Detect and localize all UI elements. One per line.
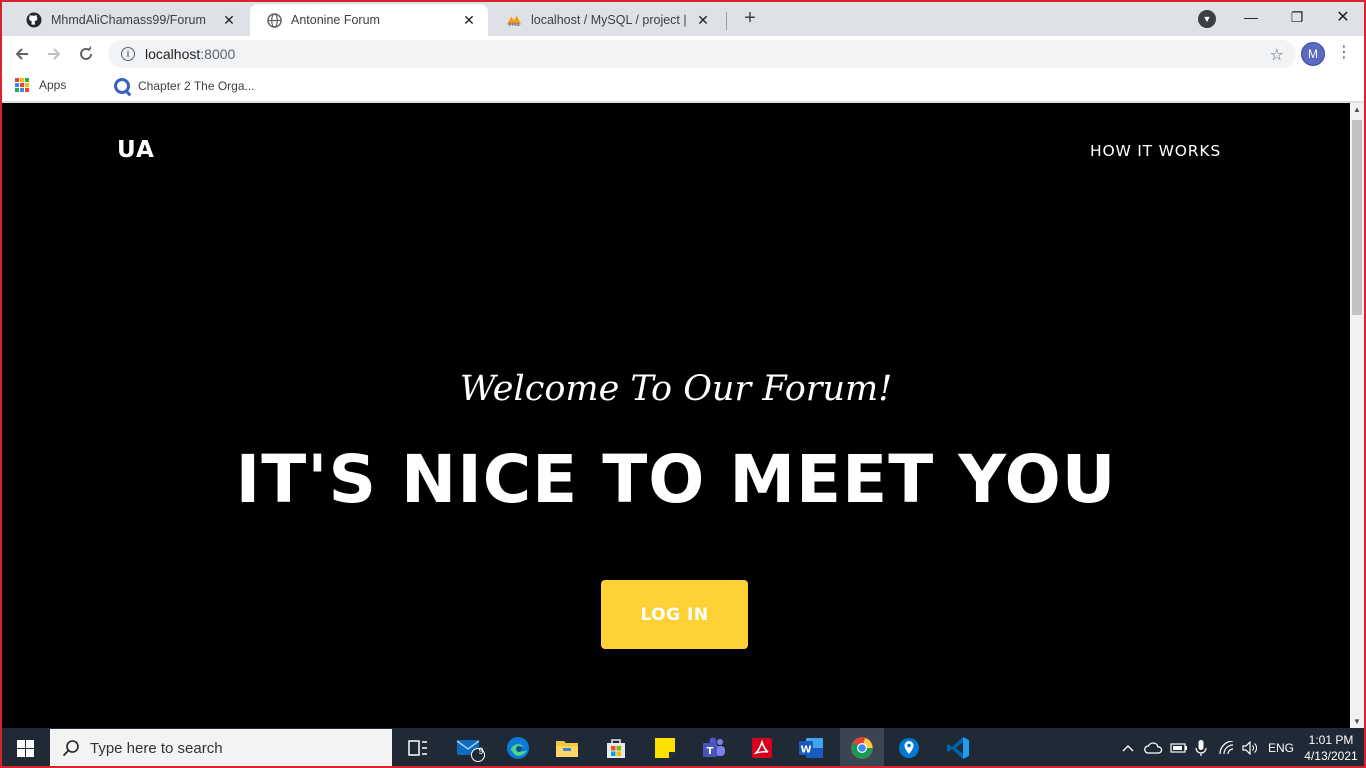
github-icon xyxy=(26,12,42,28)
maps-icon[interactable] xyxy=(891,732,927,764)
new-tab-button[interactable]: + xyxy=(738,7,762,31)
reload-icon xyxy=(80,46,92,60)
close-icon[interactable]: ✕ xyxy=(694,11,712,29)
nav-link-how-it-works[interactable]: HOW IT WORKS xyxy=(1090,142,1221,160)
microphone-icon[interactable] xyxy=(1195,728,1207,766)
taskbar-search[interactable]: Type here to search xyxy=(50,729,392,766)
close-window-button[interactable]: ✕ xyxy=(1320,2,1364,32)
login-button[interactable]: LOG IN xyxy=(601,580,748,649)
page-scrollbar[interactable]: ▲ ▼ xyxy=(1350,103,1364,728)
welcome-subheading: Welcome To Our Forum! xyxy=(459,369,893,409)
tab-title: localhost / MySQL / project | php xyxy=(531,13,688,27)
show-hidden-icons[interactable] xyxy=(1122,728,1134,766)
more-menu-icon[interactable]: ⋮ xyxy=(1334,42,1354,66)
clock-date: 4/13/2021 xyxy=(1304,749,1358,763)
hero-heading: IT'S NICE TO MEET YOU xyxy=(235,441,1117,518)
volume-icon[interactable] xyxy=(1242,728,1258,766)
svg-text:T: T xyxy=(707,746,714,757)
brand-logo[interactable]: UA xyxy=(117,137,155,163)
apps-grid-icon xyxy=(15,78,29,92)
arrow-right-icon xyxy=(48,48,61,60)
info-icon[interactable]: i xyxy=(121,47,135,61)
bookmark-label: Chapter 2 The Orga... xyxy=(138,79,255,93)
url-text: localhost:8000 xyxy=(145,46,236,62)
system-clock[interactable]: 1:01 PM 4/13/2021 xyxy=(1300,732,1362,764)
mail-icon[interactable]: 9 xyxy=(452,732,488,764)
tab-search-icon[interactable]: ▼ xyxy=(1198,10,1216,28)
mail-badge: 9 xyxy=(478,746,484,756)
address-bar[interactable]: i localhost:8000 ☆ xyxy=(108,40,1296,68)
search-placeholder: Type here to search xyxy=(90,739,223,757)
search-icon xyxy=(62,739,80,757)
tab-antonine-forum[interactable]: Antonine Forum ✕ xyxy=(250,4,488,36)
tab-divider xyxy=(726,12,727,30)
store-icon[interactable] xyxy=(598,732,634,764)
file-explorer-icon[interactable] xyxy=(549,732,585,764)
language-indicator[interactable]: ENG xyxy=(1268,728,1294,766)
globe-icon xyxy=(266,12,282,28)
chrome-icon[interactable] xyxy=(840,728,884,766)
bookmarks-bar: Apps Chapter 2 The Orga... xyxy=(2,72,1364,102)
svg-text:W: W xyxy=(801,745,812,756)
tab-phpmyadmin[interactable]: PMA localhost / MySQL / project | php ✕ xyxy=(490,4,722,36)
tab-github[interactable]: MhmdAliChamass99/Forum ✕ xyxy=(10,4,248,36)
edge-icon[interactable] xyxy=(500,732,536,764)
tab-strip: MhmdAliChamass99/Forum ✕ Antonine Forum … xyxy=(2,2,1364,36)
profile-avatar[interactable]: M xyxy=(1301,42,1325,66)
word-icon[interactable]: W xyxy=(793,732,829,764)
minimize-button[interactable]: — xyxy=(1228,2,1274,32)
tab-title: MhmdAliChamass99/Forum xyxy=(51,13,206,27)
wifi-icon[interactable] xyxy=(1219,728,1235,766)
browser-window: MhmdAliChamass99/Forum ✕ Antonine Forum … xyxy=(0,0,1366,768)
quizlet-icon xyxy=(114,78,130,94)
acrobat-icon[interactable] xyxy=(744,732,780,764)
forward-button[interactable] xyxy=(40,40,68,68)
tab-title: Antonine Forum xyxy=(291,13,380,27)
task-view-icon[interactable] xyxy=(400,732,436,764)
battery-icon[interactable] xyxy=(1170,728,1188,766)
bookmark-star-icon[interactable]: ☆ xyxy=(1270,45,1284,65)
bookmark-label: Apps xyxy=(39,78,67,92)
svg-text:PMA: PMA xyxy=(509,22,521,27)
arrow-left-icon xyxy=(15,48,28,60)
browser-toolbar: i localhost:8000 ☆ M ⋮ xyxy=(2,36,1364,72)
close-icon[interactable]: ✕ xyxy=(460,11,478,29)
close-icon[interactable]: ✕ xyxy=(220,11,238,29)
windows-taskbar: Type here to search 9 T W ENG 1:01 PM 4/… xyxy=(2,728,1364,766)
back-button[interactable] xyxy=(8,40,36,68)
phpmyadmin-icon: PMA xyxy=(506,12,522,28)
windows-logo-icon xyxy=(16,739,34,757)
clock-time: 1:01 PM xyxy=(1308,733,1354,747)
reload-button[interactable] xyxy=(72,40,100,68)
start-button[interactable] xyxy=(2,728,48,766)
scroll-up-icon[interactable]: ▲ xyxy=(1353,105,1361,114)
scroll-down-icon[interactable]: ▼ xyxy=(1353,717,1361,726)
bookmark-apps[interactable]: Apps xyxy=(15,78,66,92)
teams-icon[interactable]: T xyxy=(696,732,732,764)
onedrive-icon[interactable] xyxy=(1144,728,1164,766)
scrollbar-thumb[interactable] xyxy=(1352,120,1362,315)
forum-landing-page: UA HOW IT WORKS Welcome To Our Forum! IT… xyxy=(2,103,1350,728)
restore-button[interactable]: ❐ xyxy=(1274,2,1320,32)
vscode-icon[interactable] xyxy=(940,732,976,764)
sticky-notes-icon[interactable] xyxy=(647,732,683,764)
bookmark-chapter-2[interactable]: Chapter 2 The Orga... xyxy=(114,78,255,94)
